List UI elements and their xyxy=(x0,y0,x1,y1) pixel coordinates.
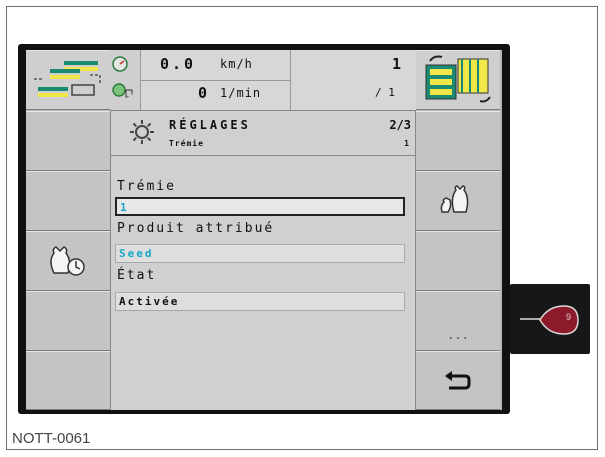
hopper-switch-icon xyxy=(425,55,491,103)
figure-caption: NOTT-0061 xyxy=(12,430,91,447)
seed-bag-timer-button[interactable] xyxy=(26,231,110,291)
settings-panel: RÉGLAGES 2/3 Trémie 1 Trémie 1 Produit a… xyxy=(110,111,416,410)
page-subtitle-value: 1 xyxy=(404,139,409,148)
implement-layout-button[interactable] xyxy=(26,50,110,110)
gear-icon xyxy=(130,120,154,144)
isobus-screen: 0.0 km/h 0 1/min 1 / 1 RÉGLAGES 2/3 Trém… xyxy=(26,50,502,410)
side-tab-label: 9 xyxy=(566,312,572,322)
seed-bag-timer-icon xyxy=(50,246,85,276)
side-tab-marker xyxy=(539,305,579,335)
speedometer-icon xyxy=(112,56,128,72)
return-icon xyxy=(445,370,471,389)
counter-top: 1 xyxy=(392,55,402,73)
page-title: RÉGLAGES xyxy=(169,118,251,132)
more-label: ... xyxy=(447,328,469,342)
state-field[interactable]: Activée xyxy=(115,292,405,311)
speed-unit: km/h xyxy=(220,57,253,71)
more-button[interactable]: ... xyxy=(416,291,500,351)
rpm-value: 0 xyxy=(198,84,208,102)
hopper-switch-button[interactable] xyxy=(416,50,500,110)
softkey-left-1[interactable] xyxy=(26,111,110,171)
rpm-unit: 1/min xyxy=(220,86,262,100)
state-label: État xyxy=(117,268,157,283)
softkey-left-2[interactable] xyxy=(26,171,110,231)
counter-bottom: / 1 xyxy=(375,86,395,99)
softkey-right-3[interactable] xyxy=(416,231,500,291)
softkey-right-1[interactable] xyxy=(416,111,500,171)
title-row: RÉGLAGES 2/3 Trémie 1 xyxy=(111,111,415,156)
status-bar: 0.0 km/h 0 1/min 1 / 1 xyxy=(110,50,416,111)
implement-layout-icon xyxy=(34,61,101,97)
assigned-product-field[interactable]: Seed xyxy=(115,244,405,263)
seed-bag-icon xyxy=(440,185,469,213)
softkey-left-4[interactable] xyxy=(26,291,110,351)
rpm-icon xyxy=(112,83,133,98)
back-button[interactable] xyxy=(416,351,500,410)
speed-value: 0.0 xyxy=(160,55,197,73)
softkey-left-5[interactable] xyxy=(26,351,110,410)
side-tab[interactable]: 9 xyxy=(510,284,590,354)
seed-bag-button[interactable] xyxy=(416,171,500,231)
page-subtitle: Trémie xyxy=(169,139,204,148)
hopper-field[interactable]: 1 xyxy=(115,197,405,216)
page-indicator: 2/3 xyxy=(389,118,411,132)
hopper-label: Trémie xyxy=(117,179,176,194)
assigned-product-label: Produit attribué xyxy=(117,221,275,236)
